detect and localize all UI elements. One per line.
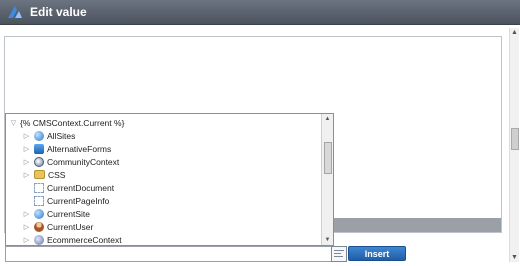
collapse-arrow-icon[interactable]: ▽ xyxy=(9,118,18,127)
expand-arrow-icon[interactable]: ▷ xyxy=(22,131,31,140)
expand-arrow-icon[interactable]: ▷ xyxy=(22,235,31,244)
scroll-up-icon[interactable]: ▲ xyxy=(510,28,519,37)
globe-icon xyxy=(34,130,44,141)
tree-item-label: CurrentPageInfo xyxy=(47,195,110,206)
tree-item-label: CurrentUser xyxy=(47,221,94,232)
ecommerce-icon xyxy=(34,234,44,245)
macro-editor-icon[interactable] xyxy=(331,246,347,262)
tree-root-label: {% CMSContext.Current %} xyxy=(20,117,125,128)
tree-item-currentsite[interactable]: ▷ CurrentSite xyxy=(22,207,90,220)
expand-arrow-icon[interactable]: ▷ xyxy=(22,170,31,179)
insert-button[interactable]: Insert xyxy=(348,246,406,261)
expand-arrow-icon[interactable]: ▷ xyxy=(22,209,31,218)
globe-icon xyxy=(34,208,44,219)
tree-item-label: AllSites xyxy=(47,130,76,141)
expand-arrow-icon[interactable]: ▷ xyxy=(22,144,31,153)
tree-item-currentpageinfo[interactable]: CurrentPageInfo xyxy=(22,194,109,207)
tree-root[interactable]: ▽ {% CMSContext.Current %} xyxy=(9,116,125,129)
scroll-thumb[interactable] xyxy=(324,142,332,174)
cube-icon xyxy=(34,143,44,154)
tree-item-ecommercecontext[interactable]: ▷ EcommerceContext xyxy=(22,233,122,245)
tree-item-css[interactable]: ▷ CSS xyxy=(22,168,66,181)
tree-item-allsites[interactable]: ▷ AllSites xyxy=(22,129,75,142)
folder-icon xyxy=(34,170,45,179)
tree-item-currentdocument[interactable]: CurrentDocument xyxy=(22,181,114,194)
scroll-down-icon[interactable]: ▼ xyxy=(322,235,333,245)
property-icon xyxy=(34,182,44,193)
autocomplete-popup: ▽ {% CMSContext.Current %} ▷ AllSites ▷ … xyxy=(5,113,334,246)
tree-item-label: CommunityContext xyxy=(47,156,120,167)
tree-item-label: CSS xyxy=(48,169,66,180)
scroll-thumb[interactable] xyxy=(511,128,519,150)
window-title: Edit value xyxy=(30,5,87,19)
editor-vertical-scrollbar[interactable]: ▲ ▼ xyxy=(509,28,519,262)
value-input[interactable] xyxy=(5,246,332,262)
user-icon xyxy=(34,221,44,232)
tree-item-label: EcommerceContext xyxy=(47,234,122,245)
tree-item-communitycontext[interactable]: ▷ CommunityContext xyxy=(22,155,119,168)
title-bar: Edit value xyxy=(0,0,520,25)
scroll-up-icon[interactable]: ▲ xyxy=(322,114,333,124)
kentico-logo-icon xyxy=(6,3,24,21)
community-icon xyxy=(34,156,44,167)
tree-item-alternativeforms[interactable]: ▷ AlternativeForms xyxy=(22,142,111,155)
tree-item-label: AlternativeForms xyxy=(47,143,112,154)
tree-item-label: CurrentSite xyxy=(47,208,90,219)
popup-scrollbar[interactable]: ▲ ▼ xyxy=(321,114,333,245)
macro-tree: ▽ {% CMSContext.Current %} ▷ AllSites ▷ … xyxy=(6,114,321,245)
expand-arrow-icon[interactable]: ▷ xyxy=(22,222,31,231)
expand-arrow-icon[interactable]: ▷ xyxy=(22,157,31,166)
tree-item-label: CurrentDocument xyxy=(47,182,115,193)
property-icon xyxy=(34,195,44,206)
tree-item-currentuser[interactable]: ▷ CurrentUser xyxy=(22,220,93,233)
scroll-down-icon[interactable]: ▼ xyxy=(510,253,519,262)
